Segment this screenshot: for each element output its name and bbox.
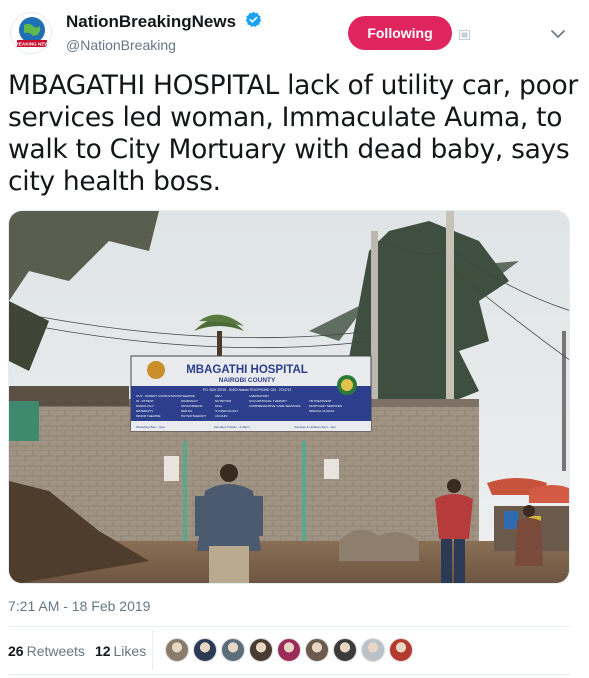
tweet-stats: 26 Retweets 12 Likes	[8, 643, 156, 659]
sign-service: RADIOLOGY	[136, 404, 154, 408]
following-button[interactable]: Following	[348, 16, 452, 50]
sign-service: ORTHOPAEDIC	[181, 404, 204, 408]
sign-hours: Weekdays 8am - 5pm	[136, 425, 166, 429]
sign-service: OUT - PATIENT CONSULTATION	[136, 394, 181, 398]
sign-service: MORTUARY SERVICES	[309, 404, 342, 408]
retweets-label: Retweets	[26, 643, 85, 659]
sign-service: MINOR THEATRE	[136, 414, 161, 418]
likes-label: Likes	[113, 643, 147, 659]
account-avatar[interactable]: BREAKING NEWS	[10, 12, 52, 54]
sign-service: TB TREATMENT	[309, 399, 332, 403]
sign-service: IN - PATIENT	[136, 399, 154, 403]
sign-service: CCC/HIV	[215, 414, 227, 418]
tweet-timestamp[interactable]: 7:21 AM - 18 Feb 2019	[8, 598, 150, 614]
sign-service: HDU	[215, 394, 222, 398]
sign-service: MATERNITY	[136, 409, 153, 413]
sign-service: PHARMACY	[181, 399, 198, 403]
divider	[8, 626, 570, 627]
sign-service: LABORATORY	[249, 394, 269, 398]
sign-subtitle: NAIROBI COUNTY	[219, 377, 276, 384]
liker-avatar[interactable]	[193, 638, 217, 662]
sign-service: OCCUPATIONAL THERAPY	[249, 399, 287, 403]
sign-contact: P.O. BOX 20725 - 00202 Nairobi TELEPHONE…	[203, 388, 292, 392]
liker-avatar[interactable]	[361, 638, 385, 662]
tweet-photo[interactable]: MBAGATHI HOSPITAL NAIROBI COUNTY P.O. BO…	[8, 210, 570, 584]
liker-avatar[interactable]	[305, 638, 329, 662]
media-icon	[459, 27, 470, 40]
sign-hours: Sundays & Holidays 9am - 4pm	[294, 425, 337, 429]
sign-service: SPECIAL CLINICS	[309, 409, 334, 413]
likes-count: 12	[94, 643, 111, 659]
display-name[interactable]: NationBreakingNews	[66, 12, 236, 32]
sign-service: MCH	[215, 404, 222, 408]
likers-avatar-list	[165, 638, 417, 662]
liker-avatar[interactable]	[165, 638, 189, 662]
liker-avatar[interactable]	[221, 638, 245, 662]
sign-service: GYNAECOLOGY	[215, 409, 238, 413]
chevron-down-icon[interactable]	[551, 26, 565, 38]
sign-service: DENTAL	[181, 409, 193, 413]
divider	[8, 674, 570, 675]
liker-avatar[interactable]	[249, 638, 273, 662]
account-handle[interactable]: @NationBreaking	[66, 37, 262, 53]
logo-text: BREAKING NEWS	[12, 42, 52, 47]
tweet-text: MBAGATHI HOSPITAL lack of utility car, p…	[8, 70, 578, 197]
verified-badge-icon	[245, 11, 262, 33]
sign-service: COMPREHENSIVE CARE SERVICES	[249, 404, 300, 408]
liker-avatar[interactable]	[333, 638, 357, 662]
account-name-block: NationBreakingNews @NationBreaking	[66, 11, 262, 53]
sign-service: NUTRITION	[215, 399, 231, 403]
liker-avatar[interactable]	[389, 638, 413, 662]
likes-stat[interactable]: 12 Likes	[95, 643, 146, 659]
stats-separator	[152, 630, 153, 670]
hospital-sign: MBAGATHI HOSPITAL NAIROBI COUNTY P.O. BO…	[130, 355, 372, 432]
sign-service: THEATRE	[181, 394, 195, 398]
retweets-stat[interactable]: 26 Retweets	[8, 643, 85, 659]
tweet-card: BREAKING NEWS NationBreakingNews @Nation…	[0, 0, 589, 678]
retweets-count: 26	[8, 643, 24, 659]
liker-avatar[interactable]	[277, 638, 301, 662]
sign-hours: Mondays 5:30am - 5.00pm	[214, 425, 250, 429]
sign-title: MBAGATHI HOSPITAL	[186, 364, 308, 376]
sign-service: PHYSIOTHERAPY	[181, 414, 207, 418]
